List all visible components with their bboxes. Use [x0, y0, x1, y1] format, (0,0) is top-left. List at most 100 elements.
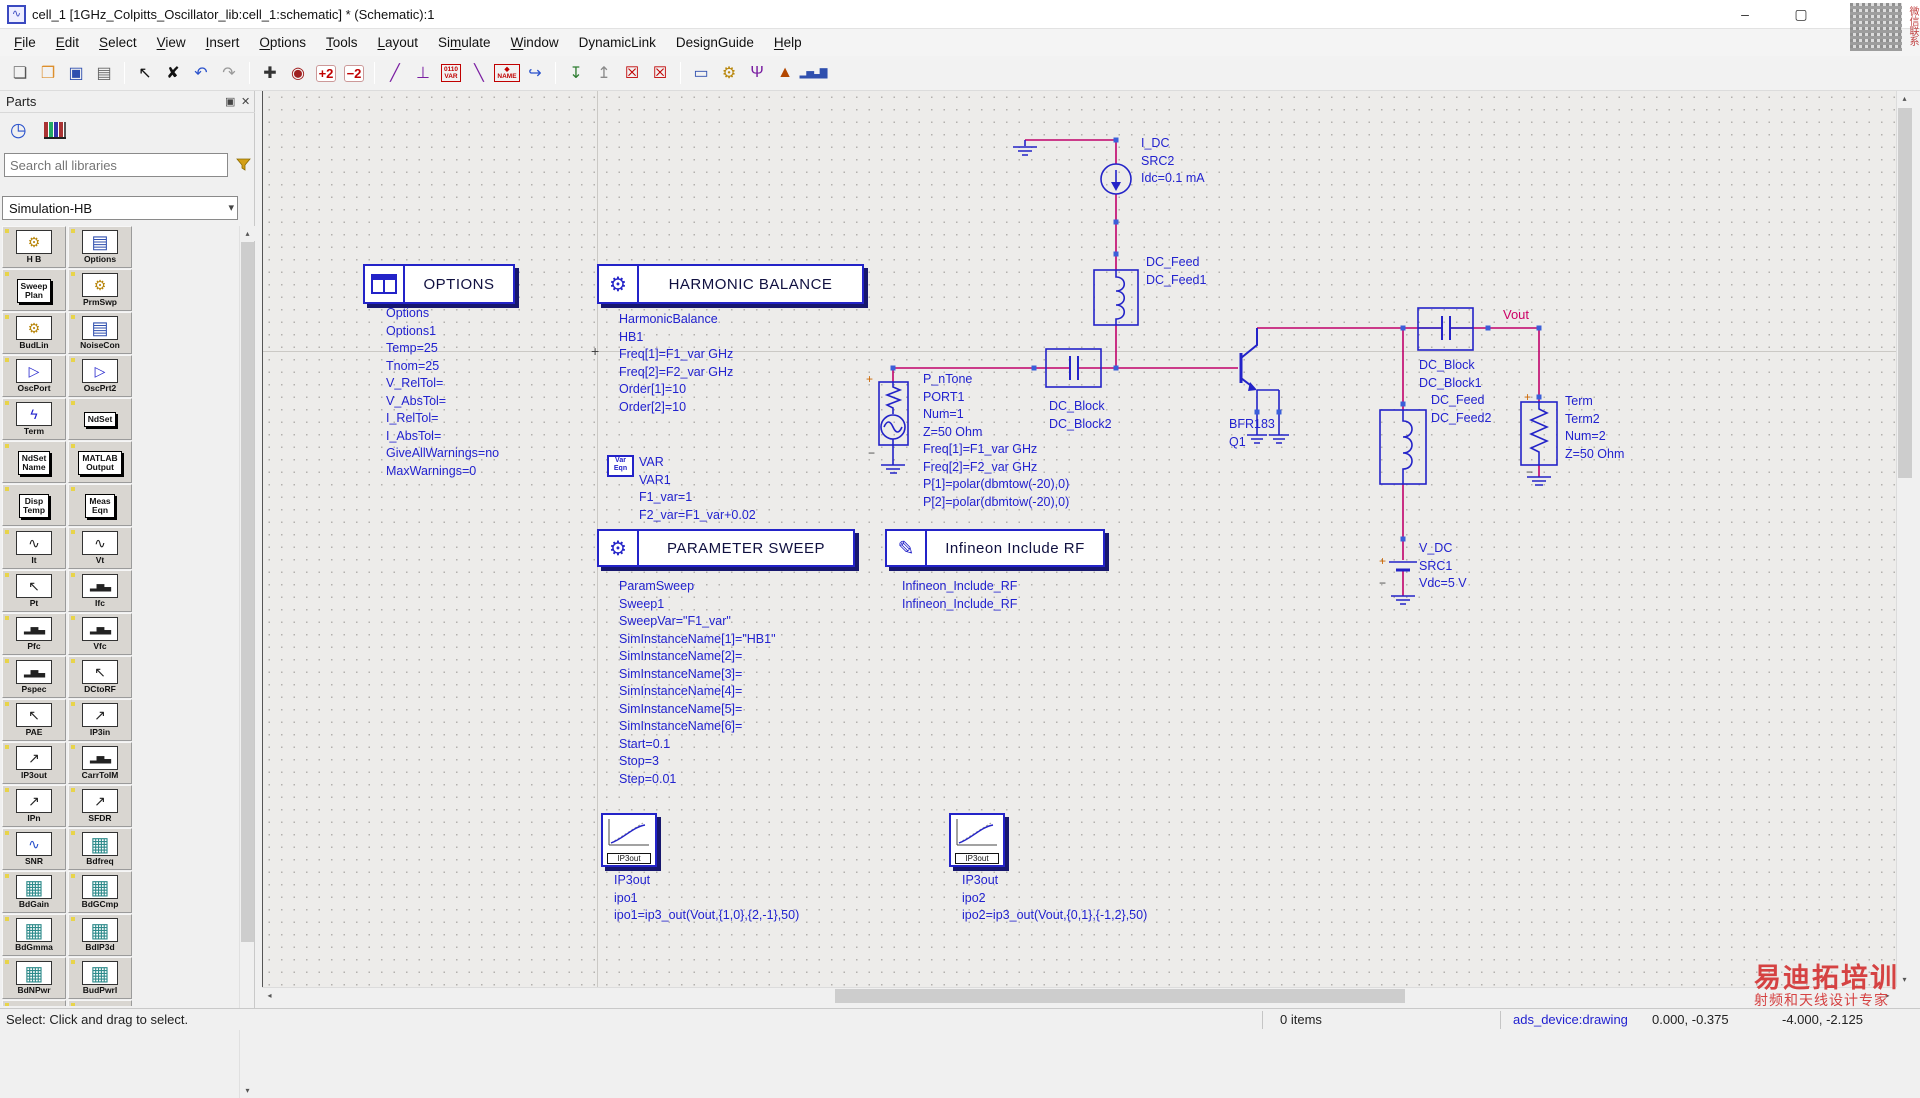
print[interactable]: ▤ [91, 60, 117, 86]
scroll-left-button[interactable]: ◂ [262, 988, 277, 1003]
part-item[interactable]: ↗ IP3out [2, 742, 66, 784]
menu-item[interactable]: View [147, 31, 196, 54]
dcblock2-params[interactable]: DC_Block DC_Block2 [1049, 398, 1112, 433]
var-equation-icon[interactable]: Var Eqn [607, 455, 634, 477]
harmonic-balance-controller[interactable]: ⚙ HARMONIC BALANCE [597, 264, 864, 304]
part-item[interactable]: ↗ IPn [2, 785, 66, 827]
part-item[interactable]: ∿ It [2, 527, 66, 569]
push-into-hierarchy[interactable]: ↧ [563, 60, 589, 86]
library-browser-icon[interactable] [44, 122, 66, 139]
insert-wire-label[interactable]: ╲ [466, 60, 492, 86]
part-item[interactable]: ▷ OscPrt2 [68, 355, 132, 397]
part-item[interactable]: ▤ NoiseCon [68, 312, 132, 354]
scroll-thumb[interactable] [1898, 108, 1912, 478]
ip3out-component-1[interactable]: IP3out [601, 813, 657, 867]
ip3out2-params[interactable]: IP3out ipo2 ipo2=ip3_out(Vout,{0,1},{-1,2}… [962, 872, 1147, 925]
scroll-thumb[interactable] [241, 242, 254, 942]
part-item[interactable]: ▦ BdGain [2, 871, 66, 913]
part-item[interactable]: ▤ Options [68, 226, 132, 268]
options-controller[interactable]: OPTIONS [363, 264, 515, 304]
menu-item[interactable]: Select [89, 31, 147, 54]
open-design[interactable]: ❒ [35, 60, 61, 86]
horizontal-scrollbar[interactable]: ◂ ▸ [262, 987, 1896, 1003]
menu-item[interactable]: Layout [367, 31, 428, 54]
ip3out1-params[interactable]: IP3out ipo1 ipo1=ip3_out(Vout,{1,0},{2,-1}… [614, 872, 799, 925]
part-item[interactable]: ▂▅▃ Ifc [68, 570, 132, 612]
infineon-params[interactable]: Infineon_Include_RF Infineon_Include_RF [902, 578, 1017, 613]
menu-item[interactable]: Window [501, 31, 569, 54]
part-item[interactable]: ∿ Vt [68, 527, 132, 569]
dcfeed2-params[interactable]: DC_Feed DC_Feed2 [1431, 392, 1491, 427]
data-display-window[interactable]: ▭ [688, 60, 714, 86]
search-input[interactable] [4, 153, 228, 177]
pntone-params[interactable]: P_nTone PORT1 Num=1 Z=50 Ohm Freq[1]=F1_var … [923, 371, 1069, 511]
part-item[interactable]: ▷ OscPort [2, 355, 66, 397]
dcfeed1-params[interactable]: DC_Feed DC_Feed1 [1146, 254, 1206, 289]
context-link[interactable]: ads_device:drawing [1513, 1012, 1628, 1027]
history-icon[interactable]: ◷ [10, 119, 27, 142]
minimize-button[interactable]: – [1722, 0, 1768, 29]
new-design[interactable]: ❏ [7, 60, 33, 86]
menu-item[interactable]: DesignGuide [666, 31, 764, 54]
vertical-scrollbar[interactable]: ▴ ▾ [1896, 91, 1912, 987]
redo[interactable]: ↷ [216, 60, 242, 86]
part-item[interactable]: Meas Eqn [68, 484, 132, 526]
parameter-sweep-controller[interactable]: ⚙ PARAMETER SWEEP [597, 529, 855, 567]
part-item[interactable]: ▂▅▃ Pspec [2, 656, 66, 698]
menu-item[interactable]: Simulate [428, 31, 501, 54]
part-item[interactable]: ↗ IP3in [68, 699, 132, 741]
scroll-up-button[interactable]: ▴ [1897, 91, 1912, 106]
delete[interactable]: ✘ [160, 60, 186, 86]
close-icon[interactable]: ✕ [241, 95, 250, 108]
part-item[interactable]: ↖ DCtoRF [68, 656, 132, 698]
zoom-in[interactable]: +2 [313, 60, 339, 86]
options-params[interactable]: Options Options1 Temp=25 Tnom=25 V_RelTol= V_… [386, 305, 499, 480]
scroll-down-button[interactable]: ▾ [1897, 972, 1912, 987]
insert-ground[interactable]: ⊥ [410, 60, 436, 86]
part-item[interactable]: ▦ BdGCmp [68, 871, 132, 913]
scroll-thumb[interactable] [835, 989, 1405, 1003]
var-params[interactable]: VAR VAR1 F1_var=1 F2_var=F1_var+0.02 [639, 454, 756, 524]
part-item[interactable]: ▦ Bdfreq [68, 828, 132, 870]
undo[interactable]: ↶ [188, 60, 214, 86]
part-item[interactable]: ▦ BdGmma [2, 914, 66, 956]
dcblock1-params[interactable]: DC_Block DC_Block1 [1419, 357, 1482, 392]
parts-scrollbar[interactable]: ▴ ▾ [239, 226, 255, 1098]
save-design[interactable]: ▣ [63, 60, 89, 86]
part-item[interactable]: ▦ BudPwrI [68, 957, 132, 999]
part-item[interactable]: ↖ PAE [2, 699, 66, 741]
scroll-up-button[interactable]: ▴ [240, 226, 255, 241]
part-item[interactable]: MATLAB Output [68, 441, 132, 483]
part-item[interactable]: ⚙ PrmSwp [68, 269, 132, 311]
menu-item[interactable]: Options [249, 31, 316, 54]
part-item[interactable]: NdSet [68, 398, 132, 440]
node-name[interactable]: ◆ NAME [494, 60, 520, 86]
part-item[interactable]: ▦ [68, 1000, 132, 1006]
vdc-params[interactable]: V_DC SRC1 Vdc=5 V [1419, 540, 1467, 593]
maximize-button[interactable]: ▢ [1778, 0, 1824, 29]
paramsweep-params[interactable]: ParamSweep Sweep1 SweepVar="F1_var" SimInst… [619, 578, 776, 788]
menu-item[interactable]: File [4, 31, 46, 54]
infineon-include-controller[interactable]: ✎ Infineon Include RF [885, 529, 1105, 567]
part-item[interactable]: ▦ BdNPwr [2, 957, 66, 999]
zoom-area[interactable]: ◉ [285, 60, 311, 86]
vout-net-label[interactable]: Vout [1503, 307, 1529, 322]
simulate[interactable]: ▲ [772, 60, 798, 86]
part-item[interactable]: ▂▅▃ Pfc [2, 613, 66, 655]
menu-item[interactable]: Edit [46, 31, 89, 54]
part-item[interactable]: ▂▅▃ Vfc [68, 613, 132, 655]
simulation-settings[interactable]: ⚙ [716, 60, 742, 86]
menu-item[interactable]: DynamicLink [569, 31, 666, 54]
select-pointer[interactable]: ↖ [132, 60, 158, 86]
part-item[interactable]: Sweep Plan [2, 269, 66, 311]
menu-item[interactable]: Help [764, 31, 812, 54]
scroll-down-button[interactable]: ▾ [240, 1083, 255, 1098]
wire-route[interactable]: ↪ [522, 60, 548, 86]
deactivate-component[interactable]: ☒ [619, 60, 645, 86]
term2-params[interactable]: Term Term2 Num=2 Z=50 Ohm [1565, 393, 1624, 463]
tune-parameters[interactable]: Ψ [744, 60, 770, 86]
part-item[interactable]: ▦ [2, 1000, 66, 1006]
part-item[interactable]: NdSet Name [2, 441, 66, 483]
insert-var[interactable]: 0110 VAR [438, 60, 464, 86]
zoom-out[interactable]: −2 [341, 60, 367, 86]
